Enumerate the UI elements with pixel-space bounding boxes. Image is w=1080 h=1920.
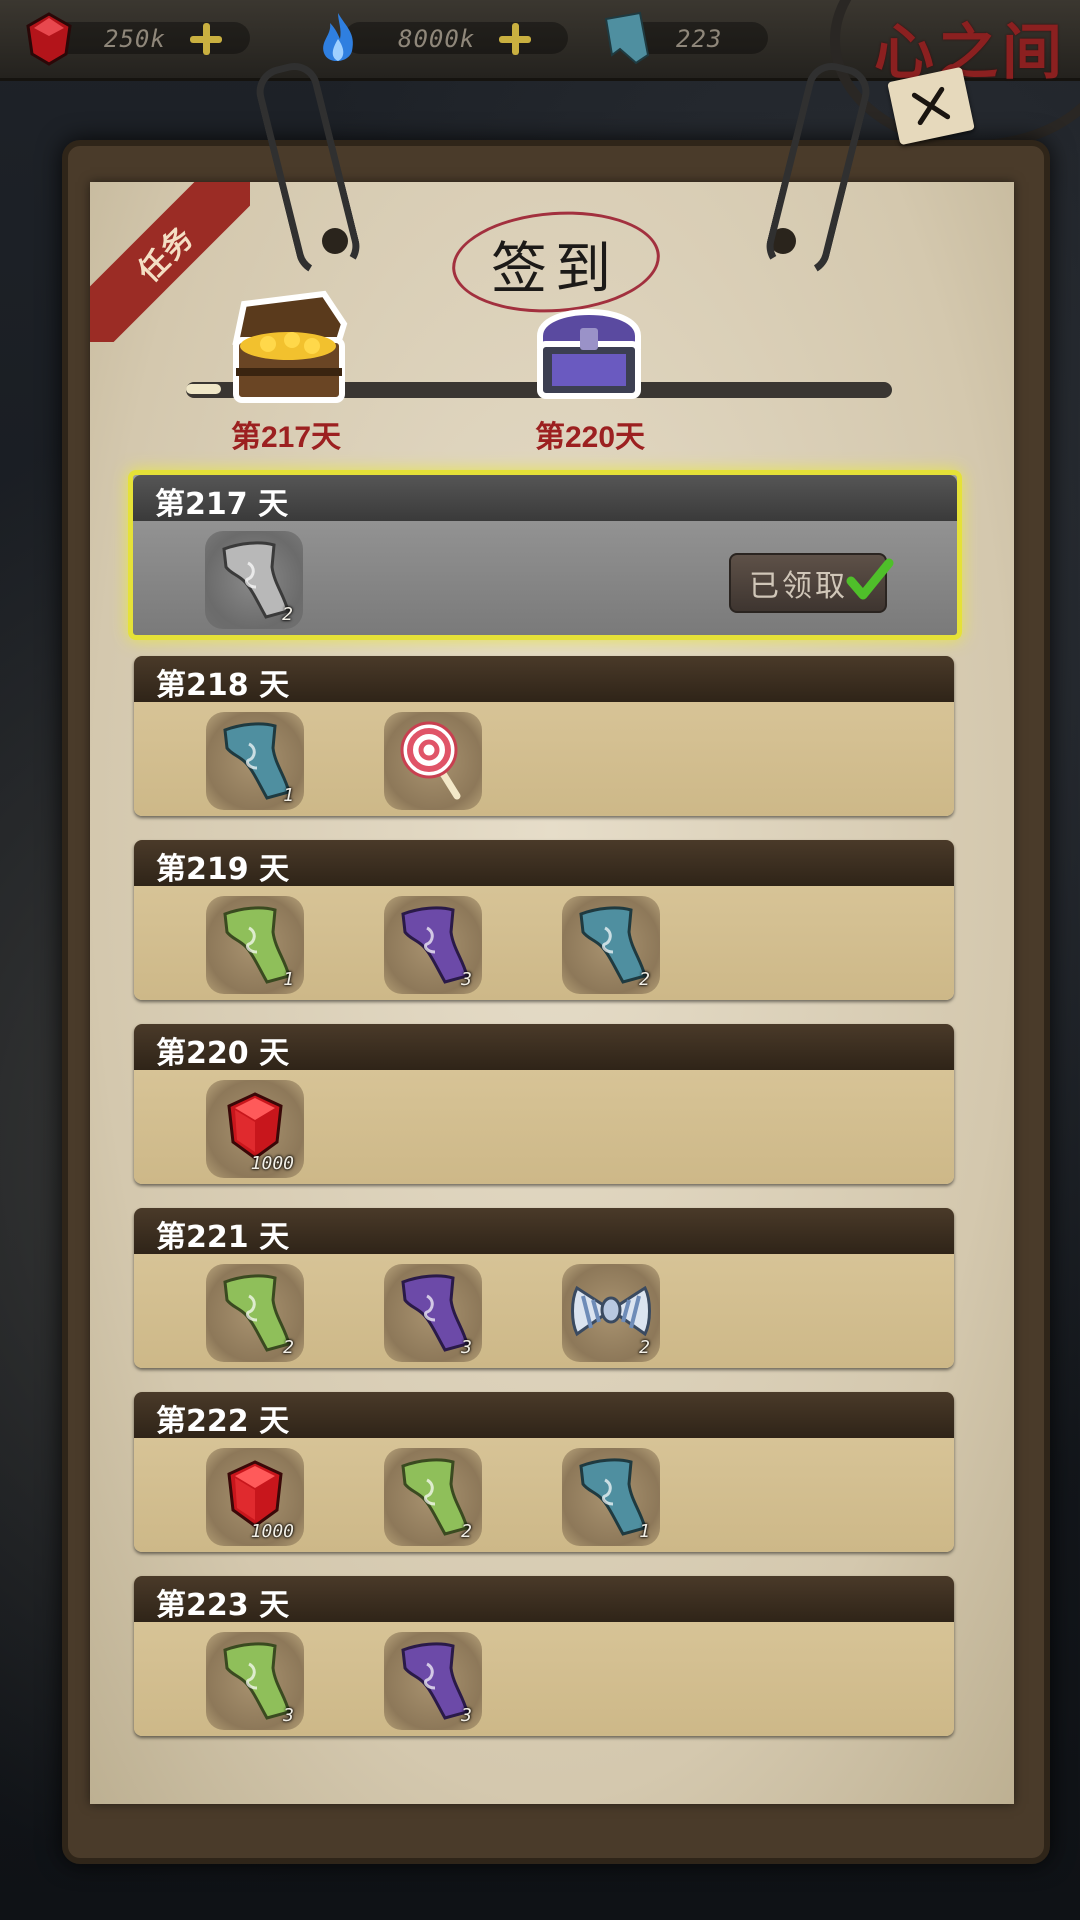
- checkin-day-row[interactable]: 第223 天 3 3: [134, 1576, 954, 1736]
- reward-quantity: 1: [639, 1521, 650, 1542]
- reward-quantity: 1000: [250, 1153, 294, 1174]
- row-header: 第217 天: [133, 475, 957, 522]
- reward-item[interactable]: 3: [384, 1632, 482, 1730]
- milestone-label-220: 第220天: [534, 420, 646, 455]
- reward-quantity: 2: [282, 604, 293, 625]
- reward-quantity: 3: [461, 1337, 472, 1358]
- reward-item[interactable]: 1000: [206, 1080, 304, 1178]
- reward-item[interactable]: 2: [384, 1448, 482, 1546]
- row-header: 第219 天: [134, 840, 954, 887]
- gold-treasure-chest-icon: [232, 290, 348, 403]
- reward-quantity: 2: [461, 1521, 472, 1542]
- row-header: 第222 天: [134, 1392, 954, 1439]
- milestone-label-217: 第217天: [230, 420, 342, 455]
- reward-item[interactable]: 2: [205, 531, 303, 629]
- flame-count: 8000k: [398, 25, 476, 53]
- reward-item[interactable]: 1: [206, 712, 304, 810]
- checkin-day-row[interactable]: 第221 天 2 3 2: [134, 1208, 954, 1368]
- day-label: 第218 天: [156, 668, 290, 703]
- gem-count: 250k: [104, 25, 166, 53]
- purple-treasure-chest-icon: [537, 309, 641, 399]
- add-gems-plus-icon[interactable]: [186, 19, 226, 59]
- day-label: 第220 天: [156, 1036, 290, 1071]
- claimed-label: 已领取: [749, 569, 848, 604]
- day-label: 第221 天: [156, 1220, 290, 1255]
- checkin-day-row[interactable]: 第218 天 1: [134, 656, 954, 816]
- milestone-chest-220[interactable]: [530, 292, 648, 412]
- resource-gems: 250k: [22, 10, 252, 68]
- day-label: 第217 天: [155, 487, 289, 522]
- row-header: 第218 天: [134, 656, 954, 703]
- reward-item[interactable]: 3: [384, 896, 482, 994]
- reward-quantity: 1: [283, 785, 294, 806]
- talisman-count: 223: [676, 25, 723, 53]
- checkin-day-row[interactable]: 第219 天 1 3 2: [134, 840, 954, 1000]
- reward-item[interactable]: 3: [206, 1632, 304, 1730]
- game-logo: 心之间: [874, 18, 1066, 88]
- reward-quantity: 1: [283, 969, 294, 990]
- reward-quantity: 3: [461, 969, 472, 990]
- reward-quantity: 2: [283, 1337, 294, 1358]
- row-header: 第221 天: [134, 1208, 954, 1255]
- blue-flame-icon: [323, 13, 353, 62]
- reward-quantity: 1000: [250, 1521, 294, 1542]
- reward-quantity: 3: [283, 1705, 294, 1726]
- reward-item[interactable]: 2: [206, 1264, 304, 1362]
- reward-item[interactable]: 3: [384, 1264, 482, 1362]
- checkin-day-row[interactable]: 第222 天 1000 2 1: [134, 1392, 954, 1552]
- close-icon: [911, 86, 951, 126]
- resource-talismans: 223: [600, 10, 770, 68]
- milestone-chest-217[interactable]: [226, 284, 354, 412]
- claimed-button: 已领取: [729, 553, 894, 613]
- resource-flames: 8000k: [316, 10, 576, 68]
- day-label: 第223 天: [156, 1588, 290, 1623]
- reward-item[interactable]: 1: [206, 896, 304, 994]
- reward-quantity: 2: [639, 1337, 650, 1358]
- reward-quantity: 3: [461, 1705, 472, 1726]
- resource-bar: 250k 8000k 223 心之间: [0, 0, 1080, 150]
- checkin-day-row[interactable]: 第220 天 1000: [134, 1024, 954, 1184]
- day-label: 第222 天: [156, 1404, 290, 1439]
- row-header: 第220 天: [134, 1024, 954, 1071]
- row-header: 第223 天: [134, 1576, 954, 1623]
- checkin-day-row: 第217 天 2 已领取: [128, 470, 962, 640]
- day-label: 第219 天: [156, 852, 290, 887]
- talisman-icon: [604, 11, 650, 65]
- reward-item[interactable]: 2: [562, 1264, 660, 1362]
- milestone-progress-fill: [186, 384, 221, 394]
- red-gem-icon: [26, 12, 72, 66]
- add-flames-plus-icon[interactable]: [495, 19, 535, 59]
- reward-item[interactable]: 1: [562, 1448, 660, 1546]
- reward-item[interactable]: [384, 712, 482, 810]
- reward-item[interactable]: 1000: [206, 1448, 304, 1546]
- reward-quantity: 2: [639, 969, 650, 990]
- task-tab-label: 任务: [131, 219, 202, 290]
- reward-item[interactable]: 2: [562, 896, 660, 994]
- checkmark-icon: [846, 558, 894, 600]
